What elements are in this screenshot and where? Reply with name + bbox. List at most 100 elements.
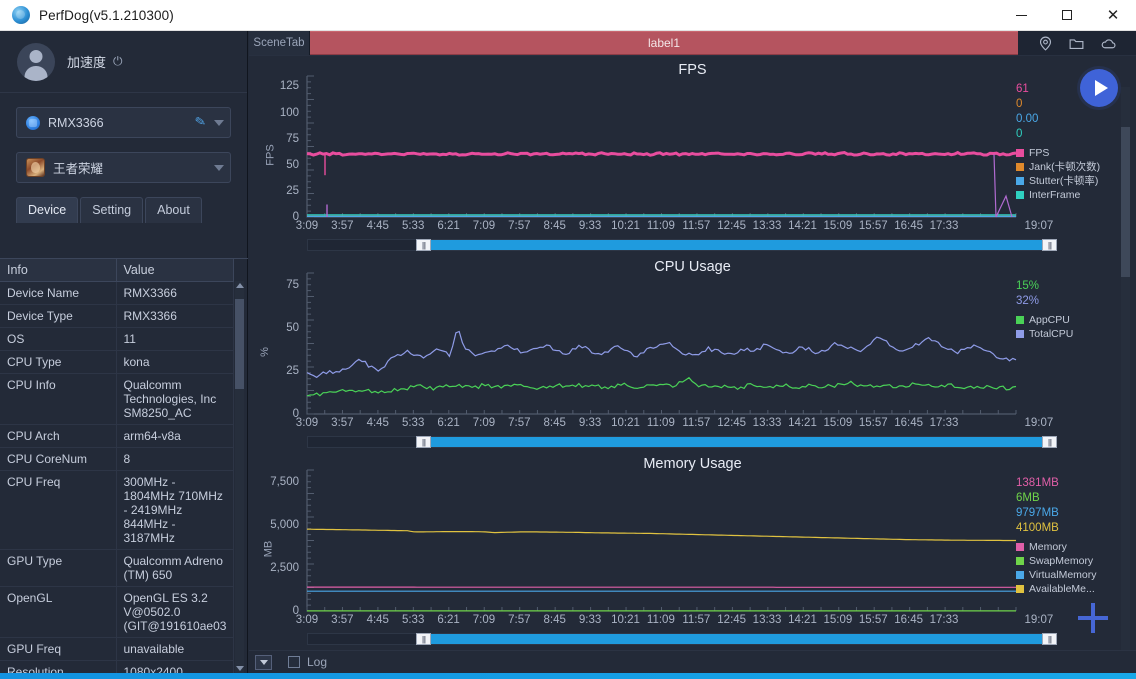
legend-label: SwapMemory (1029, 555, 1094, 567)
chart-time-scrollbar[interactable]: ||| ||| (307, 436, 1057, 448)
table-row[interactable]: OpenGL OpenGL ES 3.2 V@0502.0 (GIT@191610… (0, 586, 234, 638)
x-tick-label: 11:57 (682, 417, 711, 429)
legend-entry[interactable]: VirtualMemory (1016, 568, 1128, 582)
table-row[interactable]: Device Type RMX3366 (0, 304, 234, 328)
minimize-button[interactable] (998, 0, 1044, 31)
legend-swatch-icon (1016, 330, 1024, 338)
legend-current-value: 32% (1016, 295, 1040, 307)
scene-tab-button[interactable]: SceneTab (249, 31, 310, 55)
maximize-button[interactable] (1044, 0, 1090, 31)
scroll-down-icon[interactable] (236, 666, 244, 671)
add-chart-button[interactable] (1078, 603, 1108, 633)
tab-device[interactable]: Device (16, 197, 79, 223)
scrollbar-handle-right[interactable]: ||| (1042, 239, 1057, 251)
x-tick-label: 19:07 (1024, 614, 1054, 626)
location-pin-icon[interactable] (1037, 35, 1054, 52)
y-tick-label: 2,500 (270, 562, 299, 574)
y-tick-label: 25 (286, 365, 299, 377)
table-row[interactable]: OS 11 (0, 327, 234, 351)
tab-setting[interactable]: Setting (80, 197, 144, 223)
bottom-dropdown-button[interactable] (255, 654, 272, 670)
chart-time-scrollbar[interactable]: ||| ||| (307, 633, 1057, 645)
cell-info: CPU CoreNum (0, 447, 117, 471)
legend-label: AvailableMe... (1029, 583, 1095, 595)
y-tick-label: 7,500 (270, 476, 299, 489)
scrollbar-handle-left[interactable]: ||| (416, 633, 431, 645)
device-select[interactable]: RMX3366 ✎ (16, 107, 231, 138)
close-button[interactable]: ✕ (1090, 0, 1136, 31)
scrollbar-thumb[interactable] (1121, 127, 1130, 277)
scrollbar-handle-right[interactable]: ||| (1042, 436, 1057, 448)
table-row[interactable]: CPU Freq 300MHz - 1804MHz 710MHz - 2419MH… (0, 470, 234, 550)
legend-entry[interactable]: AvailableMe... (1016, 582, 1128, 596)
plot-area[interactable]: 0 25 50 75 100 125 (280, 76, 1016, 223)
column-header-info: Info (0, 259, 117, 282)
x-tick-label: 5:33 (401, 614, 425, 626)
x-tick-label: 17:33 (929, 220, 959, 232)
window-controls: ✕ (998, 0, 1136, 31)
legend-swatch-icon (1016, 543, 1024, 551)
x-tick-label: 8:45 (543, 220, 566, 232)
legend-entry[interactable]: SwapMemory (1016, 554, 1128, 568)
x-tick-label: 10:21 (611, 614, 640, 626)
table-row[interactable]: Device Name RMX3366 (0, 281, 234, 305)
table-row[interactable]: GPU Freq unavailable (0, 637, 234, 661)
legend-entry[interactable]: Stutter(卡顿率) (1016, 174, 1128, 188)
tab-about[interactable]: About (145, 197, 202, 223)
table-row[interactable]: GPU Type Qualcomm Adreno (TM) 650 (0, 549, 234, 587)
legend-swatch-icon (1016, 571, 1024, 579)
table-row[interactable]: CPU Info Qualcomm Technologies, Inc SM825… (0, 373, 234, 425)
power-icon[interactable]: ⏻ (113, 54, 123, 69)
scrollbar-handle-left[interactable]: ||| (416, 239, 431, 251)
table-row[interactable]: CPU CoreNum 8 (0, 447, 234, 471)
user-name: 加速度 (67, 55, 107, 70)
legend-entry[interactable]: InterFrame (1016, 188, 1128, 202)
pen-icon[interactable]: ✎ (194, 114, 207, 131)
play-icon (1094, 80, 1108, 96)
scrollbar-thumb[interactable] (235, 299, 244, 389)
legend-swatch-icon (1016, 316, 1024, 324)
app-select[interactable]: 王者荣耀 (16, 152, 231, 183)
scrollbar-fill[interactable] (428, 240, 1049, 250)
legend-entry[interactable]: AppCPU (1016, 313, 1128, 327)
cell-info: CPU Type (0, 350, 117, 374)
scrollbar-handle-left[interactable]: ||| (416, 436, 431, 448)
plot-area[interactable]: 0 25 50 75 (286, 273, 1016, 420)
app-select-value: 王者荣耀 (53, 162, 104, 176)
cell-info: Device Type (0, 304, 117, 328)
scrollbar-fill[interactable] (428, 437, 1049, 447)
cell-info: Device Name (0, 281, 117, 305)
legend-entry[interactable]: Jank(卡顿次数) (1016, 160, 1128, 174)
scrollbar-handle-right[interactable]: ||| (1042, 633, 1057, 645)
cloud-icon[interactable] (1100, 35, 1117, 52)
chart-time-scrollbar[interactable]: ||| ||| (307, 239, 1057, 251)
scene-label-marker[interactable]: label1 (310, 31, 1018, 55)
legend-entry[interactable]: TotalCPU (1016, 327, 1128, 341)
legend-entries: AppCPU TotalCPU (1016, 313, 1128, 341)
avatar[interactable] (17, 42, 55, 81)
log-toggle[interactable]: Log (288, 655, 327, 669)
scrollbar-fill[interactable] (428, 634, 1049, 644)
play-button[interactable] (1080, 69, 1118, 107)
folder-icon[interactable] (1068, 35, 1085, 52)
series-marker (994, 154, 1012, 217)
legend-current-value: 0.00 (1016, 113, 1039, 125)
cell-value: unavailable (116, 637, 234, 661)
scroll-up-icon[interactable] (236, 283, 244, 288)
x-tick-label: 13:33 (752, 220, 782, 232)
table-row[interactable]: CPU Type kona (0, 350, 234, 374)
main-scrollbar[interactable] (1121, 87, 1130, 672)
log-checkbox[interactable] (288, 656, 300, 668)
x-tick-label: 7:57 (508, 614, 531, 626)
series-line (307, 153, 1016, 156)
legend-entry[interactable]: Memory (1016, 540, 1128, 554)
x-tick-label: 4:45 (366, 220, 389, 232)
x-tick-label: 13:33 (752, 417, 782, 429)
sidebar-scrollbar[interactable] (235, 281, 244, 673)
series-line (307, 529, 1016, 540)
table-row[interactable]: CPU Arch arm64-v8a (0, 424, 234, 448)
legend-entry[interactable]: FPS (1016, 146, 1128, 160)
series-line (307, 378, 1016, 396)
column-header-value: Value (116, 259, 234, 282)
plot-area[interactable]: 0 2,500 5,000 7,500 (270, 470, 1016, 617)
